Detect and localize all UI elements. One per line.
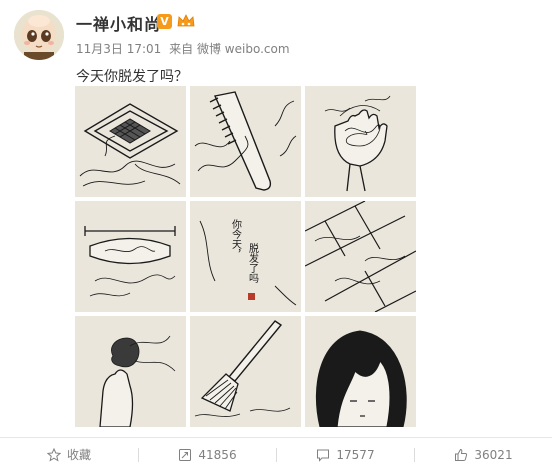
grid-image-floor[interactable] xyxy=(305,201,416,312)
grid-image-text[interactable]: 你今天， 脱发了吗 xyxy=(190,201,301,312)
favorite-button[interactable]: 收藏 xyxy=(0,438,138,471)
comment-count: 17577 xyxy=(336,447,375,462)
image-text-line1: 你今天， xyxy=(230,218,242,259)
source-prefix: 来自 xyxy=(169,42,194,56)
comment-icon xyxy=(317,449,330,462)
like-icon xyxy=(455,448,468,461)
star-icon xyxy=(46,447,61,462)
weibo-post: 一禅小和尚 V 11月3日 17:01 来自 微博 weibo.com 今天你脱… xyxy=(0,0,552,471)
comment-button[interactable]: 17577 xyxy=(277,438,414,471)
like-button[interactable]: 36021 xyxy=(415,438,552,471)
image-text-line2: 脱发了吗 xyxy=(247,242,259,284)
repost-count: 41856 xyxy=(198,447,237,462)
favorite-label: 收藏 xyxy=(66,448,91,462)
post-date[interactable]: 11月3日 17:01 xyxy=(76,42,161,56)
action-bar: 收藏 41856 17577 36021 xyxy=(0,438,552,471)
grid-image-drain[interactable] xyxy=(75,86,186,197)
grid-image-hand-clump[interactable] xyxy=(75,316,186,427)
crown-icon xyxy=(176,12,196,30)
verified-badge: V xyxy=(157,14,172,29)
grid-image-girl[interactable] xyxy=(305,316,416,427)
like-count: 36021 xyxy=(474,447,513,462)
grid-image-mat[interactable] xyxy=(75,201,186,312)
post-text: 今天你脱发了吗？ xyxy=(76,69,188,85)
post-source[interactable]: 微博 weibo.com xyxy=(197,42,290,56)
avatar[interactable] xyxy=(14,10,64,60)
grid-image-broom[interactable] xyxy=(190,316,301,427)
post-meta: 11月3日 17:01 来自 微博 weibo.com xyxy=(76,40,290,57)
grid-image-comb[interactable] xyxy=(190,86,301,197)
repost-icon xyxy=(179,448,192,461)
repost-button[interactable]: 41856 xyxy=(139,438,276,471)
grid-image-hand-hair[interactable] xyxy=(305,86,416,197)
username[interactable]: 一禅小和尚 xyxy=(76,11,161,35)
